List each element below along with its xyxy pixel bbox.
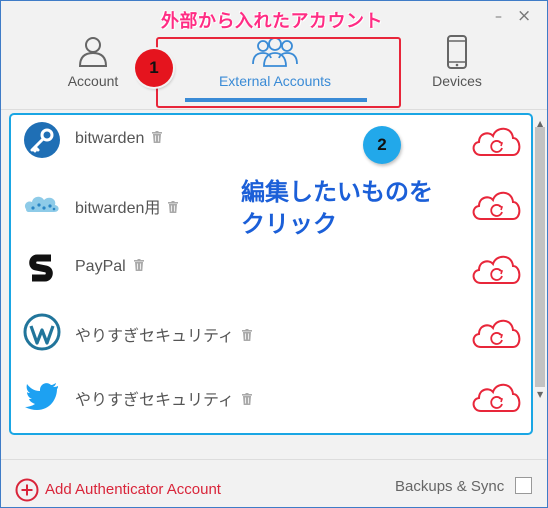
tab-devices[interactable]: Devices: [401, 31, 513, 107]
scrollbar[interactable]: ▲ ▼: [534, 113, 547, 409]
cloud-sync-icon[interactable]: [469, 315, 523, 351]
cloud-sync-icon[interactable]: [469, 187, 523, 223]
account-name: bitwarden用: [75, 194, 179, 218]
twitter-bird-icon: [23, 377, 61, 415]
annotation-badge-1: 1: [135, 49, 173, 87]
trash-icon[interactable]: [133, 258, 144, 276]
list-item[interactable]: やりすぎセキュリティ: [11, 375, 531, 433]
backups-sync-checkbox[interactable]: [515, 477, 532, 494]
minimize-icon[interactable]: –: [495, 9, 502, 25]
key-icon: [23, 121, 61, 159]
header-divider: [1, 109, 547, 110]
annotation-title: 外部から入れたアカウント: [161, 11, 383, 32]
person-icon: [78, 35, 108, 71]
trash-icon[interactable]: [242, 328, 253, 346]
plus-circle-icon: [15, 478, 39, 502]
scroll-down-icon[interactable]: ▼: [537, 390, 543, 399]
tab-account-label: Account: [67, 73, 119, 89]
backups-sync: Backups & Sync: [395, 476, 532, 495]
tab-account[interactable]: Account: [41, 31, 145, 107]
cloud-sync-icon[interactable]: [469, 123, 523, 159]
tab-devices-label: Devices: [432, 73, 482, 89]
list-item[interactable]: PayPal: [11, 247, 531, 311]
annotation-highlight-box: [156, 37, 401, 108]
account-name: やりすぎセキュリティ: [75, 386, 253, 410]
annotation-badge-2: 2: [363, 126, 401, 164]
add-authenticator-account-label: Add Authenticator Account: [45, 481, 221, 498]
list-item[interactable]: やりすぎセキュリティ: [11, 311, 531, 375]
account-name: やりすぎセキュリティ: [75, 322, 253, 346]
list-item[interactable]: bitwarden: [11, 119, 531, 183]
s-logo-icon: [23, 249, 61, 287]
cloud-sync-icon[interactable]: [469, 379, 523, 415]
trash-icon[interactable]: [152, 130, 163, 148]
wordpress-icon: [23, 313, 61, 351]
account-list: bitwarden bitwarden用 PayPal やりすぎセキュリティ や…: [9, 113, 533, 435]
close-icon[interactable]: ×: [517, 6, 531, 26]
cloud-dots-icon: [23, 185, 61, 223]
account-name: bitwarden: [75, 130, 163, 148]
cloud-sync-icon[interactable]: [469, 251, 523, 287]
trash-icon[interactable]: [168, 200, 179, 218]
backups-sync-label: Backups & Sync: [395, 478, 505, 495]
account-name: PayPal: [75, 258, 144, 276]
annotation-instruction-line1: 編集したいものを: [241, 178, 433, 206]
scroll-thumb[interactable]: [535, 127, 545, 387]
annotation-instruction: 編集したいものを クリック: [241, 176, 433, 240]
footer-divider: [1, 459, 547, 460]
annotation-instruction-line2: クリック: [241, 210, 337, 238]
authy-window: – × 外部から入れたアカウント Account External Accoun…: [0, 0, 548, 508]
trash-icon[interactable]: [242, 392, 253, 410]
phone-icon: [446, 35, 468, 73]
